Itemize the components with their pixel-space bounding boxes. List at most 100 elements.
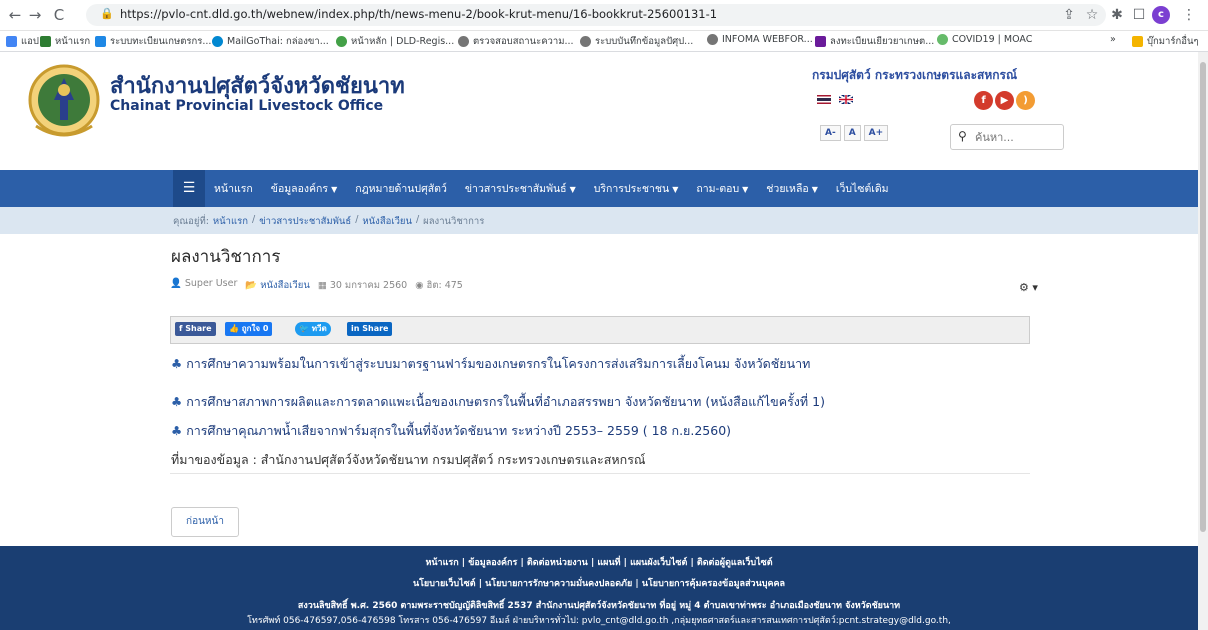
nav-item-help[interactable]: ช่วยเหลือ ▼ [757,180,827,197]
forward-icon[interactable]: → [26,6,44,24]
bookmark-item[interactable]: หน้าหลัก | DLD-Regis... [336,34,454,49]
club-bullet-icon: ♣ [171,423,183,438]
category-link[interactable]: หนังสือเวียน [260,280,310,291]
bookmark-item[interactable]: ตรวจสอบสถานะความ... [458,34,574,49]
club-bullet-icon: ♣ [171,394,183,409]
nav-item-organization[interactable]: ข้อมูลองค์กร ▼ [262,180,346,197]
calendar-icon: ▦ [317,280,327,291]
globe-icon [580,36,591,47]
site-logo[interactable] [22,60,106,148]
search-input[interactable] [973,128,1063,146]
address-bar[interactable]: 🔒 https://pvlo-cnt.dld.go.th/webnew/inde… [86,4,1106,26]
thai-flag-icon[interactable] [817,95,831,104]
extensions-icon[interactable]: ✱ [1108,6,1126,24]
department-name: กรมปศุสัตว์ กระทรวงเกษตรและสหกรณ์ [812,68,1018,82]
browser-toolbar: ← → C 🔒 https://pvlo-cnt.dld.go.th/webne… [0,0,1208,31]
breadcrumb-news[interactable]: ข่าวสารประชาสัมพันธ์ [259,214,351,229]
folder-icon: 📂 [245,280,258,291]
caret-down-icon: ▼ [331,185,338,194]
scrollbar-thumb[interactable] [1200,62,1206,532]
footer-copyright: สงวนลิขสิทธิ์ พ.ศ. 2560 ตามพระราชบัญญัติ… [297,601,901,611]
bookmark-apps[interactable]: แอป [6,34,39,49]
hits: ◉ ฮิต: 475 [415,280,463,291]
article-link[interactable]: ♣ การศึกษาคุณภาพน้ำเสียจากฟาร์มสุกรในพื้น… [171,421,731,441]
article-meta: 👤 Super User 📂 หนังสือเวียน ▦ 30 มกราคม … [170,278,463,293]
globe-icon [458,36,469,47]
bookmark-item[interactable]: ลงทะเบียนเยียวยาเกษต... [815,34,934,49]
bookmark-item[interactable]: COVID19 | MOAC [937,34,1032,45]
linkedin-share-button[interactable]: in Share [347,322,393,336]
site-title-english: Chainat Provincial Livestock Office [110,98,384,114]
nav-item-laws[interactable]: กฎหมายด้านปศุสัตว์ [346,180,456,197]
breadcrumb-home[interactable]: หน้าแรก [213,214,248,229]
nav-item-old-website[interactable]: เว็บไซต์เดิม [827,180,898,197]
nav-item-services[interactable]: บริการประชาชน ▼ [585,180,688,197]
window-icon[interactable]: ☐ [1130,6,1148,24]
more-bookmarks-icon[interactable]: » [1110,34,1116,45]
article-link[interactable]: ♣ การศึกษาความพร้อมในการเข้าสู่ระบบมาตรฐา… [171,354,810,374]
bookmark-favicon [815,36,826,47]
profile-avatar[interactable]: c [1152,6,1170,24]
nav-item-news[interactable]: ข่าวสารประชาสัมพันธ์ ▼ [456,180,585,197]
bookmark-star-icon[interactable]: ☆ [1083,6,1101,24]
article-link[interactable]: ♣ การศึกษาสภาพการผลิตและการตลาดแพะเนื้อขอ… [171,392,825,412]
bookmark-item[interactable]: หน้าแรก [40,34,90,49]
bookmark-favicon [212,36,223,47]
bookmarks-bar: แอป หน้าแรก ระบบทะเบียนเกษตรกร... MailGo… [0,31,1208,52]
main-nav: ☰ หน้าแรก ข้อมูลองค์กร ▼ กฎหมายด้านปศุสัต… [0,170,1198,207]
footer: หน้าแรก | ข้อมูลองค์กร | ติดต่อหน่วยงาน … [0,546,1198,630]
other-bookmarks[interactable]: บุ๊กมาร์กอื่นๆ [1132,34,1199,49]
facebook-like-button[interactable]: 👍 ถูกใจ 0 [225,322,273,336]
data-source: ที่มาของข้อมูล : สำนักงานปศุสัตว์จังหวัด… [171,452,646,467]
bookmark-favicon [336,36,347,47]
bookmark-item[interactable]: INFOMA WEBFOR... [707,34,813,45]
previous-button[interactable]: ก่อนหน้า [171,507,239,537]
hamburger-menu-icon[interactable]: ☰ [173,170,205,207]
breadcrumb-prefix: คุณอยู่ที่: [173,216,209,227]
bookmark-favicon [937,34,948,45]
share-page-icon[interactable]: ⇪ [1060,6,1078,24]
caret-down-icon: ▼ [811,185,818,194]
font-default-button[interactable]: A [843,125,861,141]
footer-links[interactable]: หน้าแรก | ข้อมูลองค์กร | ติดต่อหน่วยงาน … [0,555,1198,569]
breadcrumb: คุณอยู่ที่: หน้าแรก / ข่าวสารประชาสัมพันธ… [0,207,1198,234]
share-bar: f Share 👍 ถูกใจ 0 🐦 ทวีต in Share [170,316,1030,344]
eye-icon: ◉ [415,280,424,291]
bookmark-favicon [40,36,51,47]
url-text[interactable]: https://pvlo-cnt.dld.go.th/webnew/index.… [120,7,717,21]
rss-icon[interactable]: ) [1016,91,1035,110]
folder-icon [1132,36,1143,47]
youtube-icon[interactable]: ▶ [995,91,1014,110]
caret-down-icon: ▼ [742,185,749,194]
page-title: ผลงานวิชาการ [171,247,281,267]
bookmark-item[interactable]: MailGoThai: กล่องขา... [212,34,329,49]
footer-contact: โทรศัพท์ 056-476597,056-476598 โทรสาร 05… [247,616,951,626]
bookmark-favicon [95,36,106,47]
site-search: ⚲ [950,124,1064,150]
bookmark-item[interactable]: ระบบทะเบียนเกษตรกร... [95,34,211,49]
nav-item-home[interactable]: หน้าแรก [205,180,262,197]
apps-icon [6,36,17,47]
back-icon[interactable]: ← [6,6,24,24]
footer-policies[interactable]: นโยบายเว็บไซต์ | นโยบายการรักษาความมั่นค… [0,576,1198,590]
language-switcher [817,95,853,104]
font-decrease-button[interactable]: A- [820,125,841,141]
gear-icon[interactable]: ⚙ ▾ [1019,281,1038,294]
uk-flag-icon[interactable] [839,95,853,104]
category: 📂 หนังสือเวียน [245,278,309,293]
font-size-controls: A- A A+ [820,125,889,141]
social-links: f ▶ ) [974,91,1035,110]
browser-menu-icon[interactable]: ⋮ [1180,6,1198,24]
publish-date: ▦ 30 มกราคม 2560 [317,280,408,291]
breadcrumb-circulars[interactable]: หนังสือเวียน [362,214,412,229]
tweet-button[interactable]: 🐦 ทวีต [295,322,331,336]
bookmark-item[interactable]: ระบบบันทึกข้อมูลปัศุป... [580,34,693,49]
reload-icon[interactable]: C [50,6,68,24]
caret-down-icon: ▼ [672,185,679,194]
user-icon: 👤 [170,278,182,289]
nav-item-faq[interactable]: ถาม-ตอบ ▼ [687,180,757,197]
divider [170,473,1030,474]
facebook-share-button[interactable]: f Share [175,322,216,336]
facebook-icon[interactable]: f [974,91,993,110]
font-increase-button[interactable]: A+ [863,125,889,141]
